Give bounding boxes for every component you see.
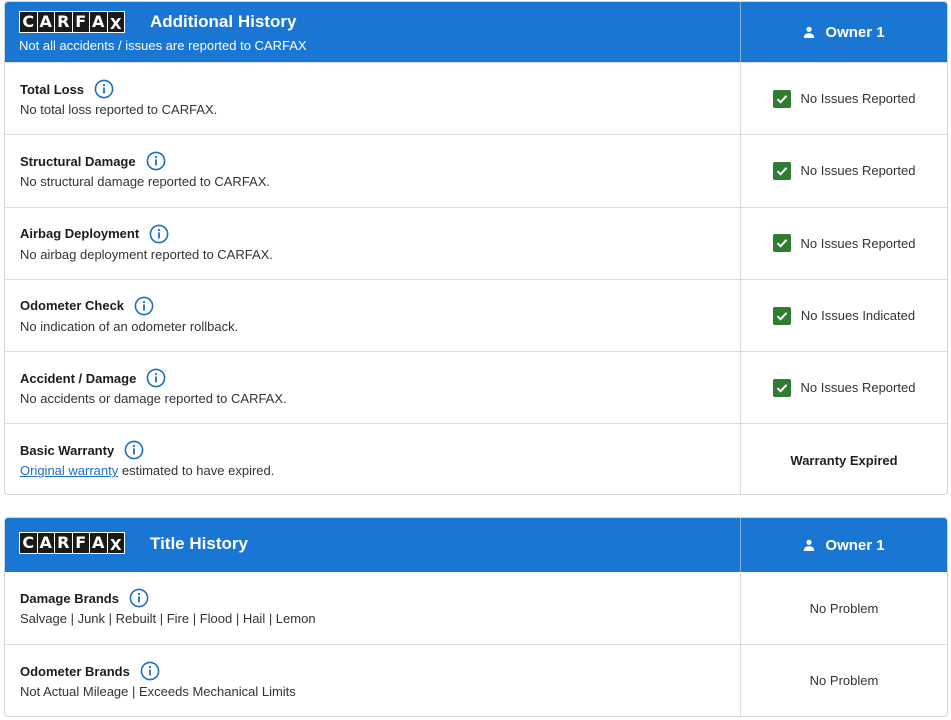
- row-label: Airbag Deployment: [20, 226, 140, 242]
- owner-column-header: Owner 1: [803, 24, 885, 41]
- checkmark-icon: [772, 89, 791, 108]
- status-text: No Problem: [809, 673, 879, 688]
- section-title: Additional History: [150, 12, 297, 31]
- info-icon[interactable]: [129, 588, 149, 608]
- history-row-structural-damage: Structural Damage No structural damage r…: [5, 134, 947, 207]
- info-icon[interactable]: [134, 296, 154, 316]
- row-description: Salvage | Junk | Rebuilt | Fire | Flood …: [20, 611, 316, 626]
- info-icon[interactable]: [149, 224, 169, 244]
- row-label: Structural Damage: [20, 153, 136, 169]
- checkmark-icon: [772, 234, 791, 253]
- title-history-header: CARFAX Title History Owner 1: [5, 518, 947, 572]
- original-warranty-link[interactable]: Original warranty: [20, 463, 118, 478]
- checkmark-icon: [772, 378, 791, 397]
- status-text: No Issues Reported: [800, 380, 916, 396]
- row-label: Odometer Check: [20, 298, 125, 314]
- title-history-panel: CARFAX Title History Owner 1 Damage Bran…: [4, 517, 948, 717]
- row-description: Original warranty estimated to have expi…: [20, 463, 275, 479]
- additional-history-panel: CARFAX Additional History Not all accide…: [4, 1, 948, 495]
- row-description: No total loss reported to CARFAX.: [20, 102, 218, 117]
- person-icon: [804, 539, 815, 551]
- row-label: Damage Brands: [20, 590, 119, 606]
- history-row-airbag-deployment: Airbag Deployment No airbag deployment r…: [5, 206, 947, 279]
- checkmark-icon: [772, 161, 791, 180]
- row-description: No airbag deployment reported to CARFAX.: [20, 246, 273, 262]
- row-label: Basic Warranty: [20, 442, 115, 458]
- person-icon: [804, 26, 815, 38]
- status-indicator: No Issues Reported: [772, 161, 916, 180]
- info-icon[interactable]: [146, 151, 166, 171]
- row-label: Total Loss: [20, 81, 85, 97]
- title-row-odometer-brands: Odometer Brands Not Actual Mileage | Exc…: [5, 644, 947, 716]
- status-text: No Issues Reported: [800, 163, 916, 179]
- status-text: No Issues Reported: [800, 91, 916, 107]
- title-row-damage-brands: Damage Brands Salvage | Junk | Rebuilt |…: [5, 572, 947, 644]
- status-indicator: No Issues Reported: [772, 89, 916, 108]
- owner-column-header: Owner 1: [803, 537, 885, 554]
- status-text: No Issues Indicated: [800, 308, 916, 324]
- info-icon[interactable]: [94, 79, 114, 99]
- section-subtitle: Not all accidents / issues are reported …: [19, 38, 307, 53]
- row-label: Accident / Damage: [20, 370, 137, 386]
- history-row-odometer-check: Odometer Check No indication of an odome…: [5, 278, 947, 352]
- status-indicator: No Issues Reported: [772, 378, 916, 397]
- status-indicator: No Issues Reported: [772, 234, 916, 253]
- info-icon[interactable]: [124, 440, 144, 460]
- history-row-accident-damage: Accident / Damage No accidents or damage…: [5, 351, 947, 424]
- status-indicator: No Issues Indicated: [772, 306, 916, 325]
- status-text: Warranty Expired: [790, 452, 898, 468]
- additional-history-header: CARFAX Additional History Not all accide…: [5, 2, 947, 62]
- info-icon[interactable]: [140, 661, 160, 681]
- row-label: Odometer Brands: [20, 663, 130, 679]
- section-title: Title History: [150, 534, 248, 553]
- history-row-basic-warranty: Basic Warranty Original warranty estimat…: [5, 423, 947, 494]
- history-row-total-loss: Total Loss No total loss reported to CAR…: [5, 62, 947, 135]
- carfax-logo: CARFAX: [19, 532, 125, 554]
- row-description: No accidents or damage reported to CARFA…: [20, 391, 287, 407]
- info-icon[interactable]: [146, 368, 166, 388]
- checkmark-icon: [772, 306, 791, 325]
- status-text: No Problem: [809, 600, 879, 616]
- row-description: No structural damage reported to CARFAX.: [20, 174, 271, 190]
- row-description: No indication of an odometer rollback.: [20, 318, 239, 334]
- row-description: Not Actual Mileage | Exceeds Mechanical …: [20, 684, 296, 699]
- carfax-logo: CARFAX: [19, 11, 125, 33]
- status-text: No Issues Reported: [800, 235, 916, 251]
